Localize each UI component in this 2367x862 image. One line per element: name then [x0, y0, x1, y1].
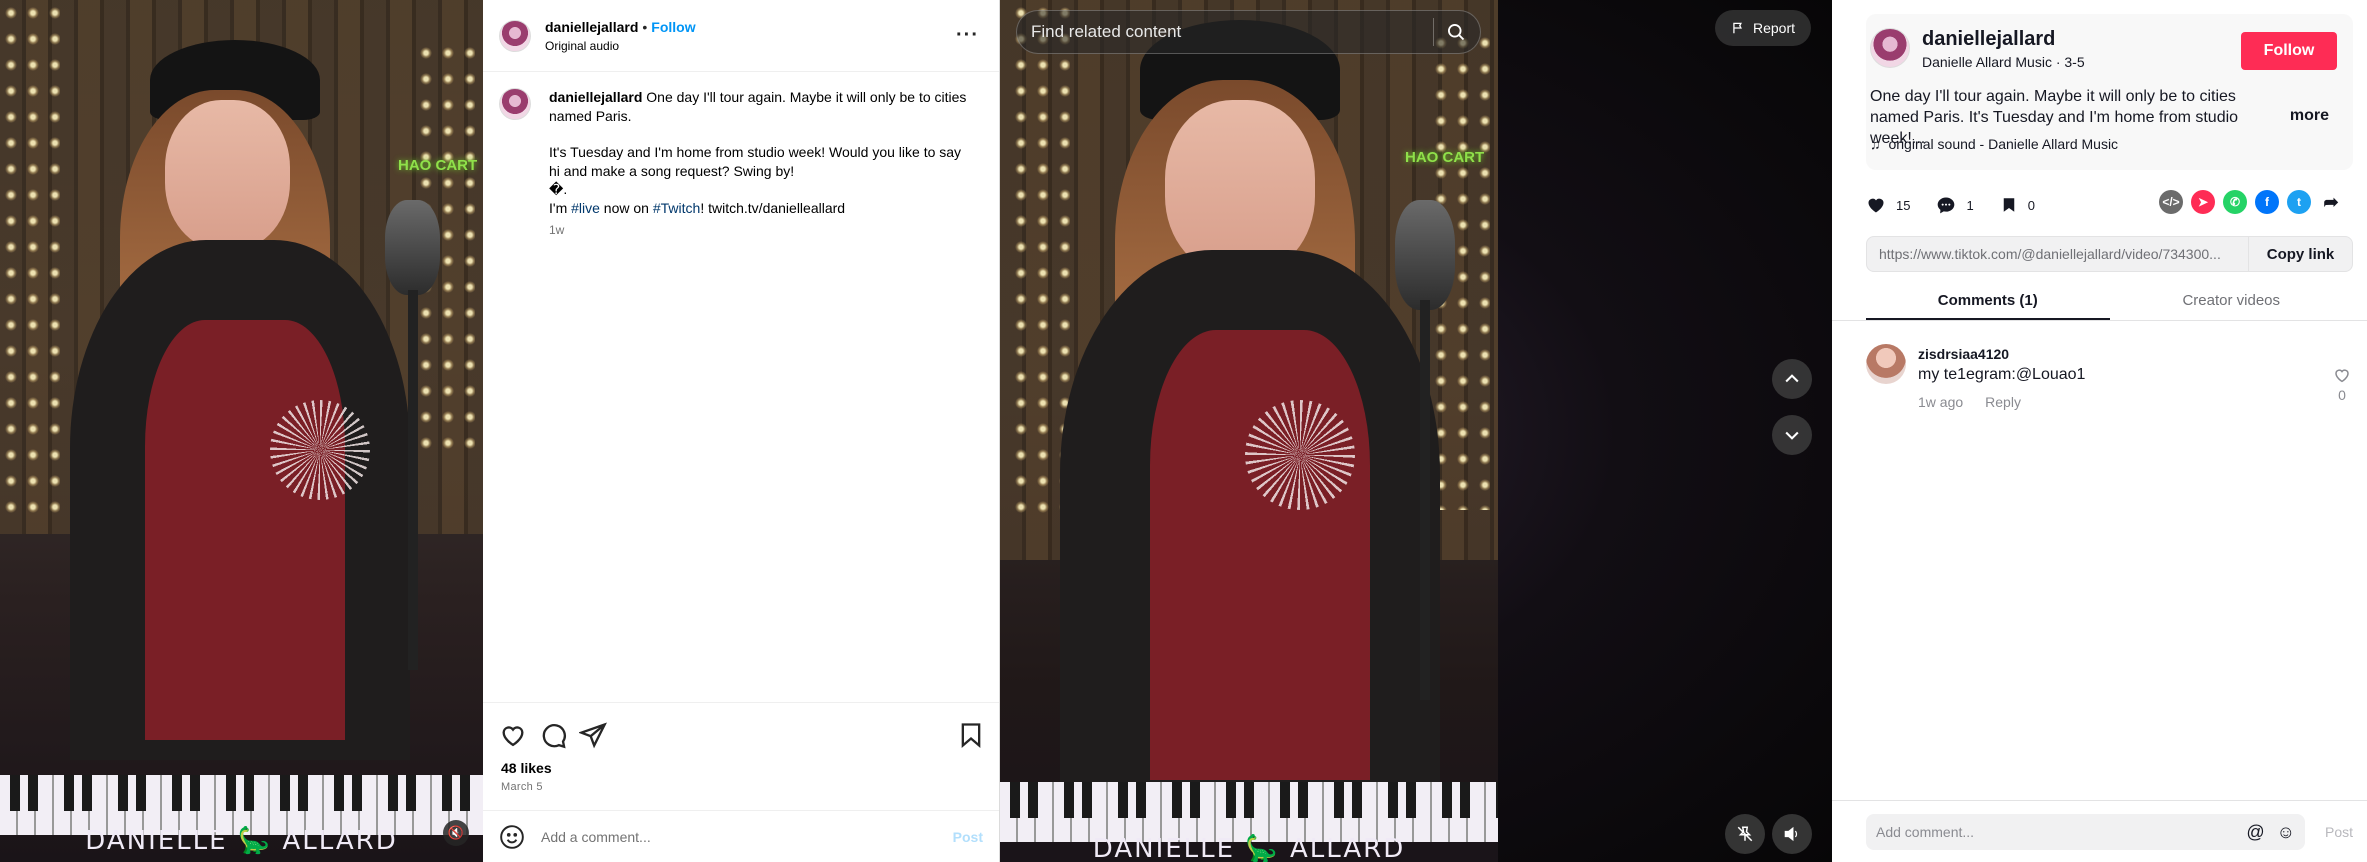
- panel-tabs: Comments (1) Creator videos: [1866, 286, 2353, 320]
- report-button[interactable]: Report: [1715, 10, 1812, 46]
- emoji-icon[interactable]: ☺: [2277, 822, 2295, 843]
- post-date: March 5: [501, 781, 543, 793]
- post-button[interactable]: Post: [2325, 824, 2353, 840]
- author-username[interactable]: daniellejallard: [1922, 28, 2055, 51]
- chevron-up-icon: [1785, 374, 1799, 383]
- comment-icon[interactable]: [539, 721, 567, 749]
- music-note-icon: ♫: [1870, 136, 1881, 152]
- pin-off-icon: [1737, 826, 1753, 842]
- copy-link-bar: https://www.tiktok.com/@daniellejallard/…: [1866, 236, 2353, 272]
- sound-link[interactable]: ♫ original sound - Danielle Allard Music: [1870, 136, 2118, 152]
- comment-item: zisdrsiaa4120 my te1egram:@Louao1 1w ago…: [1866, 344, 2353, 414]
- video-banner: DANIELLE 🦕 ALLARD: [85, 826, 398, 856]
- video-url[interactable]: https://www.tiktok.com/@daniellejallard/…: [1879, 246, 2248, 262]
- like-count: 15: [1896, 197, 1911, 213]
- copy-link-button[interactable]: Copy link: [2248, 237, 2352, 271]
- share-icon[interactable]: ➦: [2319, 190, 2343, 214]
- mute-icon[interactable]: 🔇: [443, 820, 469, 846]
- avatar[interactable]: [499, 19, 531, 52]
- avatar[interactable]: [1870, 28, 1910, 68]
- caption-paragraph-2: It's Tuesday and I'm home from studio we…: [549, 144, 962, 179]
- share-icon[interactable]: [579, 721, 607, 749]
- tab-creator-videos[interactable]: Creator videos: [2110, 286, 2354, 320]
- divider: [1832, 800, 2367, 801]
- more-options-icon[interactable]: ···: [956, 24, 979, 47]
- volume-button[interactable]: [1772, 814, 1812, 854]
- post-caption: daniellejallard One day I'll tour again.…: [499, 88, 975, 240]
- hashtag-live[interactable]: #live: [571, 200, 600, 216]
- whatsapp-icon[interactable]: ✆: [2223, 190, 2247, 214]
- author-subtitle: Danielle Allard Music · 3-5: [1922, 54, 2085, 70]
- caption-username[interactable]: daniellejallard: [549, 89, 642, 105]
- comment-like-count: 0: [2338, 387, 2346, 403]
- comment-text: my te1egram:@Louao1: [1918, 366, 2086, 383]
- favorite-button[interactable]: 0: [2000, 196, 2035, 214]
- chevron-down-icon: [1785, 431, 1799, 440]
- emoji-icon[interactable]: [499, 824, 525, 850]
- flag-icon: [1733, 22, 1742, 34]
- comment-username[interactable]: zisdrsiaa4120: [1918, 346, 2009, 362]
- post-header: daniellejallard • Follow Original audio ··…: [483, 0, 999, 72]
- comment-icon: [1938, 197, 1955, 214]
- comment-input[interactable]: Add a comment...: [541, 829, 953, 845]
- caption-glyph: �.: [549, 181, 568, 197]
- volume-icon: [1784, 826, 1798, 842]
- avatar[interactable]: [499, 88, 531, 120]
- share-options: </> ➤ ✆ f t ➦: [2159, 190, 2343, 214]
- friends-icon[interactable]: ➤: [2191, 190, 2215, 214]
- caption-timestamp: 1w: [549, 223, 565, 237]
- comment-like-button[interactable]: 0: [2333, 366, 2351, 403]
- tiktok-side-panel: daniellejallard Danielle Allard Music · …: [1832, 0, 2367, 862]
- follow-button[interactable]: Follow: [2241, 32, 2337, 70]
- add-comment-bar: Add comment... @ ☺ Post: [1866, 814, 2353, 850]
- tiktok-video-player[interactable]: HAO CART DANIELLE 🦕 ALLARD: [1000, 0, 1498, 862]
- heart-icon: [1868, 198, 1884, 213]
- add-comment-bar: Add a comment... Post: [483, 810, 999, 862]
- instagram-post-panel: daniellejallard • Follow Original audio ··…: [483, 0, 1000, 862]
- post-button[interactable]: Post: [953, 829, 983, 845]
- like-button[interactable]: 15: [1866, 195, 1910, 215]
- bookmark-icon[interactable]: [957, 721, 985, 749]
- follow-button[interactable]: Follow: [651, 19, 695, 35]
- video-banner: DANIELLE 🦕 ALLARD: [1092, 834, 1406, 862]
- comment-input[interactable]: Add comment...: [1876, 824, 2246, 840]
- reply-button[interactable]: Reply: [1985, 394, 2021, 410]
- facebook-icon[interactable]: f: [2255, 190, 2279, 214]
- post-actions-bar: [483, 702, 999, 758]
- mention-icon[interactable]: @: [2246, 822, 2264, 843]
- avatar[interactable]: [1866, 344, 1906, 384]
- previous-video-button[interactable]: [1772, 359, 1812, 399]
- header-username[interactable]: daniellejallard: [545, 19, 638, 35]
- engagement-bar: 15 1 0 </> ➤ ✆ f t ➦: [1866, 190, 2353, 220]
- favorite-count: 0: [2027, 197, 2035, 213]
- audio-link[interactable]: Original audio: [545, 39, 696, 53]
- heart-icon[interactable]: [499, 721, 527, 749]
- comment-count: 1: [1966, 197, 1974, 213]
- video-frame: HAO CART DANIELLE 🦕 ALLARD: [0, 0, 483, 862]
- author-card: daniellejallard Danielle Allard Music · …: [1866, 14, 2353, 170]
- search-icon[interactable]: [1446, 22, 1466, 42]
- tab-comments[interactable]: Comments (1): [1866, 286, 2110, 320]
- embed-icon[interactable]: </>: [2159, 190, 2183, 214]
- twitter-icon[interactable]: t: [2287, 190, 2311, 214]
- floating-player-button[interactable]: [1725, 814, 1765, 854]
- neon-sign: HAO CART: [398, 157, 478, 174]
- hashtag-twitch[interactable]: #Twitch: [653, 200, 700, 216]
- tiktok-video-stage: HAO CART DANIELLE 🦕 ALLARD Find related …: [1000, 0, 1832, 862]
- instagram-video-player[interactable]: HAO CART DANIELLE 🦕 ALLARD 🔇: [0, 0, 483, 862]
- search-input[interactable]: Find related content: [1031, 22, 1433, 42]
- heart-outline-icon: [2335, 369, 2349, 383]
- comment-button[interactable]: 1: [1936, 195, 1974, 215]
- search-bar[interactable]: Find related content: [1016, 10, 1481, 54]
- caption-paragraph-3: I'm #live now on #Twitch! twitch.tv/dani…: [549, 199, 846, 216]
- neon-sign: HAO CART: [1405, 149, 1485, 166]
- divider: [1832, 320, 2367, 321]
- likes-count[interactable]: 48 likes: [501, 760, 552, 776]
- more-button[interactable]: more: [2290, 107, 2329, 125]
- next-video-button[interactable]: [1772, 415, 1812, 455]
- comment-time: 1w ago: [1918, 394, 1964, 410]
- bookmark-icon: [2003, 198, 2014, 212]
